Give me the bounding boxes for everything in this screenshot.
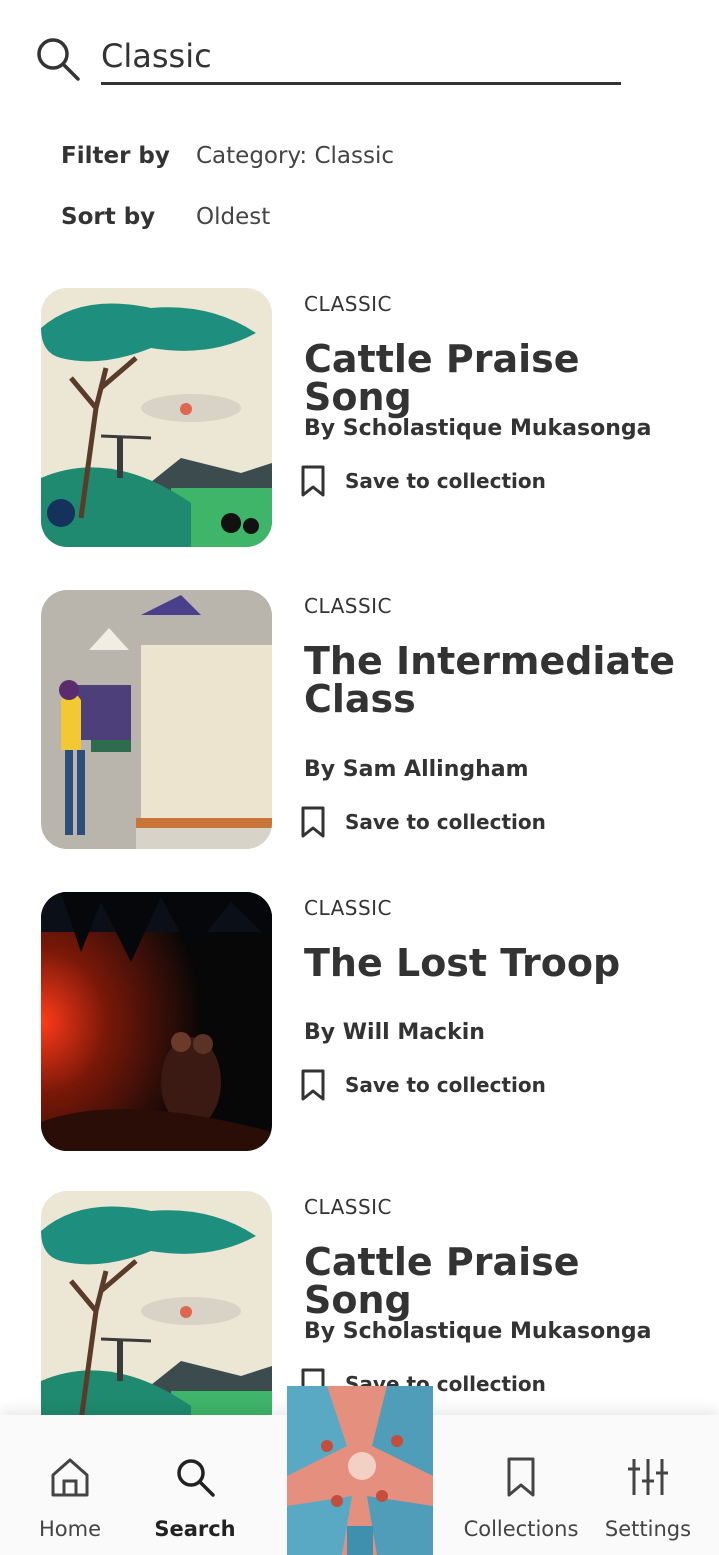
category-label: CLASSIC — [304, 896, 393, 920]
nav-collections-label: Collections — [463, 1517, 579, 1541]
category-label: CLASSIC — [304, 1195, 393, 1219]
book-cover-image[interactable] — [41, 590, 272, 849]
book-author: By Scholastique Mukasonga — [304, 416, 652, 441]
save-to-collection-button[interactable]: Save to collection — [299, 463, 546, 499]
home-icon — [51, 1458, 89, 1497]
save-to-collection-button[interactable]: Save to collection — [299, 1067, 546, 1103]
bookmark-icon — [301, 806, 325, 838]
result-card[interactable]: CLASSIC Cattle Praise Song By Scholastiq… — [41, 288, 681, 548]
book-cover-image[interactable] — [41, 892, 272, 1151]
result-card[interactable]: CLASSIC The Lost Troop By Will Mackin Sa… — [41, 892, 681, 1152]
save-to-collection-button[interactable]: Save to collection — [299, 804, 546, 840]
nav-home-label: Home — [38, 1517, 101, 1541]
bookmark-icon — [301, 465, 325, 497]
sort-value[interactable]: Oldest — [196, 204, 270, 230]
book-cover-image[interactable] — [41, 288, 272, 547]
search-icon — [177, 1459, 215, 1497]
book-author: By Sam Allingham — [304, 757, 529, 782]
search-icon[interactable] — [35, 36, 81, 82]
book-author: By Will Mackin — [304, 1020, 485, 1045]
result-card[interactable]: CLASSIC The Intermediate Class By Sam Al… — [41, 590, 681, 850]
sliders-icon — [628, 1459, 668, 1495]
nav-search-label: Search — [154, 1517, 236, 1541]
category-label: CLASSIC — [304, 594, 393, 618]
book-author: By Scholastique Mukasonga — [304, 1319, 652, 1344]
save-label: Save to collection — [345, 1073, 546, 1097]
book-title[interactable]: The Lost Troop — [304, 944, 684, 982]
book-cover-image[interactable] — [41, 1191, 272, 1450]
book-title[interactable]: Cattle Praise Song — [304, 340, 684, 416]
nav-settings[interactable]: Settings — [598, 1415, 698, 1555]
nav-search[interactable]: Search — [145, 1415, 245, 1555]
search-input[interactable] — [101, 30, 621, 85]
nav-settings-label: Settings — [604, 1517, 692, 1541]
filter-label: Filter by — [61, 143, 170, 169]
sort-label: Sort by — [61, 204, 156, 230]
bookmark-icon — [301, 1069, 325, 1101]
search-bar — [0, 0, 719, 110]
save-label: Save to collection — [345, 810, 546, 834]
save-label: Save to collection — [345, 469, 546, 493]
category-label: CLASSIC — [304, 292, 393, 316]
book-title[interactable]: Cattle Praise Song — [304, 1243, 684, 1319]
filter-value[interactable]: Category: Classic — [196, 143, 394, 169]
now-reading-cover[interactable] — [287, 1386, 433, 1555]
book-title[interactable]: The Intermediate Class — [304, 642, 684, 718]
nav-home[interactable]: Home — [20, 1415, 120, 1555]
bookmark-icon — [507, 1457, 535, 1497]
nav-collections[interactable]: Collections — [455, 1415, 587, 1555]
